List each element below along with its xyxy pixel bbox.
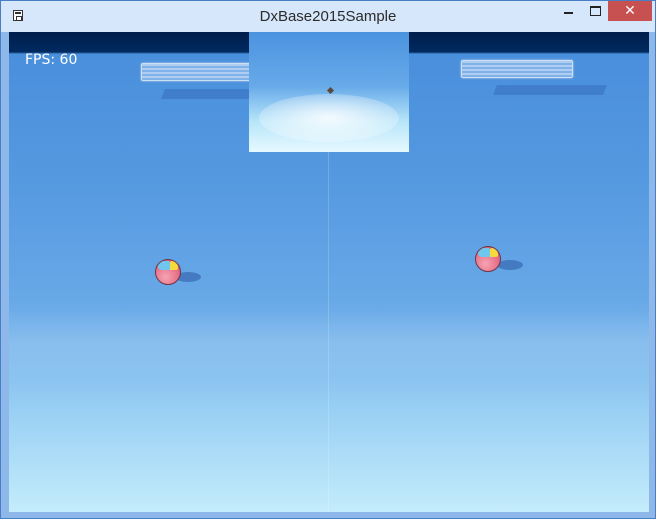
floating-platform: [461, 60, 573, 78]
ball-shadow: [497, 260, 523, 270]
app-window: DxBase2015Sample ✕ FPS: 60: [0, 0, 656, 519]
split-divider: [328, 152, 329, 512]
haze: [9, 302, 329, 382]
close-button[interactable]: ✕: [608, 1, 652, 21]
minimize-icon: [563, 12, 573, 14]
fps-counter: FPS: 60: [25, 52, 78, 68]
player-ball: [155, 259, 181, 285]
player-ball: [475, 246, 501, 272]
camera-marker-icon: [326, 86, 335, 95]
platform-shadow: [493, 85, 607, 95]
minimize-button[interactable]: [554, 1, 582, 21]
game-viewport[interactable]: FPS: 60: [9, 32, 649, 512]
close-icon: ✕: [624, 3, 636, 19]
floating-platform: [141, 63, 253, 81]
minimap-glow: [259, 94, 399, 142]
overhead-camera-view: [249, 32, 409, 152]
title-bar[interactable]: DxBase2015Sample ✕: [1, 1, 655, 32]
maximize-icon: [589, 6, 601, 16]
maximize-button[interactable]: [582, 1, 608, 21]
haze: [329, 302, 649, 382]
